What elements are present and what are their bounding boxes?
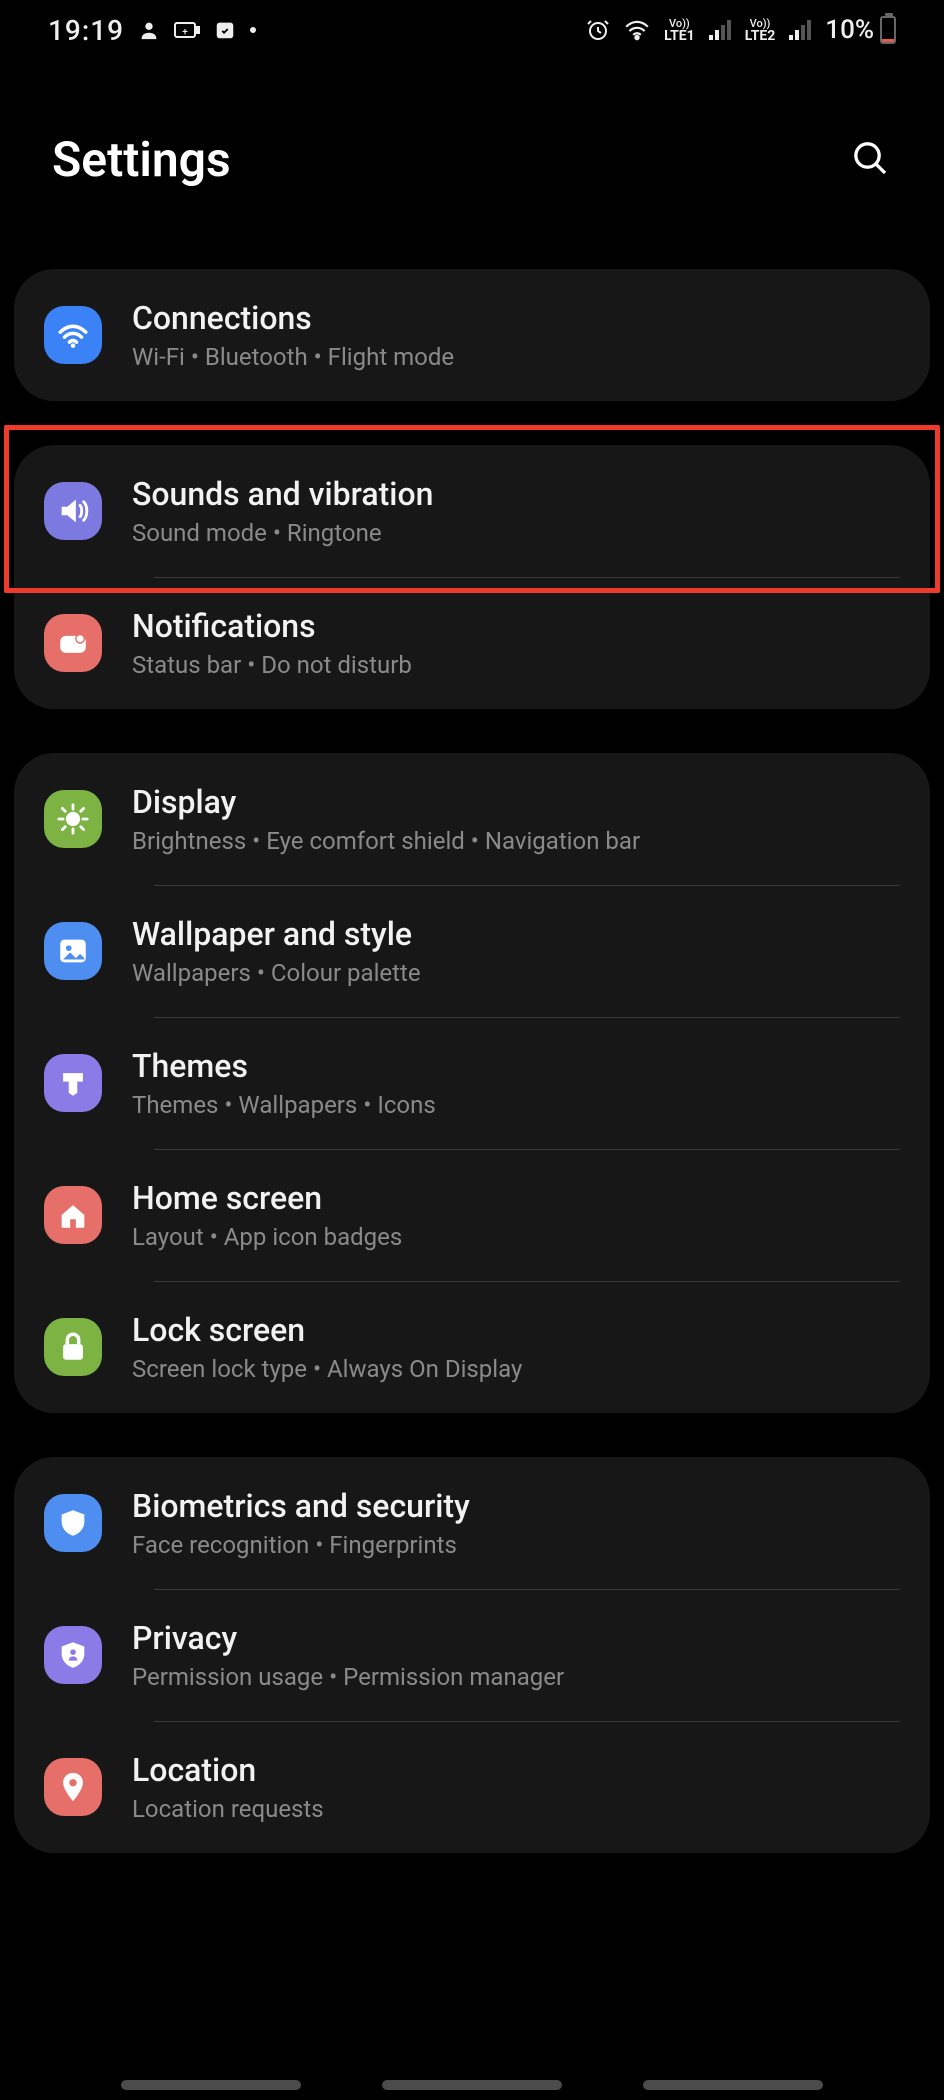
status-left: 19:19 + <box>48 14 256 47</box>
nav-recents[interactable] <box>121 2080 301 2090</box>
battery-indicator: 10% <box>825 15 896 45</box>
signal1-icon <box>709 20 731 40</box>
settings-item-subtitle: Status bar • Do not disturb <box>132 651 412 679</box>
nav-home[interactable] <box>382 2080 562 2090</box>
settings-item-labels: Notifications Status bar • Do not disturb <box>132 607 412 679</box>
settings-header: Settings <box>0 60 944 269</box>
settings-item-labels: Themes Themes • Wallpapers • Icons <box>132 1047 436 1119</box>
settings-item-subtitle: Face recognition • Fingerprints <box>132 1531 470 1559</box>
status-clock: 19:19 <box>48 14 124 47</box>
navigation-bar <box>0 2080 944 2090</box>
settings-item-subtitle: Layout • App icon badges <box>132 1223 402 1251</box>
home-icon <box>44 1186 102 1244</box>
svg-text:+: + <box>182 27 188 38</box>
settings-group: Display Brightness • Eye comfort shield •… <box>14 753 930 1413</box>
battery-saver-icon: + <box>174 20 200 40</box>
settings-item-labels: Home screen Layout • App icon badges <box>132 1179 402 1251</box>
lock-icon <box>44 1318 102 1376</box>
settings-item-home-screen[interactable]: Home screen Layout • App icon badges <box>14 1149 930 1281</box>
settings-item-biometrics-and-security[interactable]: Biometrics and security Face recognition … <box>14 1457 930 1589</box>
dot-icon <box>250 27 256 33</box>
wifi-icon <box>44 306 102 364</box>
settings-item-labels: Lock screen Screen lock type • Always On … <box>132 1311 522 1383</box>
bell-icon <box>44 614 102 672</box>
settings-item-privacy[interactable]: Privacy Permission usage • Permission man… <box>14 1589 930 1721</box>
settings-item-labels: Connections Wi-Fi • Bluetooth • Flight mo… <box>132 299 454 371</box>
calendar-icon <box>214 19 236 41</box>
settings-item-wallpaper-and-style[interactable]: Wallpaper and style Wallpapers • Colour p… <box>14 885 930 1017</box>
search-button[interactable] <box>842 130 898 189</box>
settings-item-subtitle: Location requests <box>132 1795 324 1823</box>
settings-item-subtitle: Brightness • Eye comfort shield • Naviga… <box>132 827 640 855</box>
settings-item-labels: Privacy Permission usage • Permission man… <box>132 1619 564 1691</box>
settings-group: Sounds and vibration Sound mode • Rington… <box>14 445 930 709</box>
shield-icon <box>44 1494 102 1552</box>
settings-item-subtitle: Wallpapers • Colour palette <box>132 959 421 987</box>
nav-back[interactable] <box>643 2080 823 2090</box>
settings-item-subtitle: Permission usage • Permission manager <box>132 1663 564 1691</box>
settings-item-location[interactable]: Location Location requests <box>14 1721 930 1853</box>
alarm-icon <box>586 18 610 42</box>
settings-item-subtitle: Screen lock type • Always On Display <box>132 1355 522 1383</box>
settings-item-connections[interactable]: Connections Wi-Fi • Bluetooth • Flight mo… <box>14 269 930 401</box>
settings-item-notifications[interactable]: Notifications Status bar • Do not disturb <box>14 577 930 709</box>
signal2-icon <box>789 20 811 40</box>
settings-item-title: Privacy <box>132 1619 564 1657</box>
settings-item-display[interactable]: Display Brightness • Eye comfort shield •… <box>14 753 930 885</box>
settings-list: Connections Wi-Fi • Bluetooth • Flight mo… <box>0 269 944 1893</box>
settings-item-title: Lock screen <box>132 1311 522 1349</box>
person-icon <box>138 19 160 41</box>
speaker-icon <box>44 482 102 540</box>
settings-item-subtitle: Themes • Wallpapers • Icons <box>132 1091 436 1119</box>
brush-icon <box>44 1054 102 1112</box>
settings-item-title: Wallpaper and style <box>132 915 421 953</box>
settings-item-title: Location <box>132 1751 324 1789</box>
status-bar: 19:19 + Vo)) LTE1 Vo)) LTE2 10% <box>0 0 944 60</box>
page-title: Settings <box>52 131 231 188</box>
settings-item-labels: Display Brightness • Eye comfort shield •… <box>132 783 640 855</box>
sim2-label: Vo)) LTE2 <box>745 18 776 43</box>
privacy-icon <box>44 1626 102 1684</box>
settings-item-title: Connections <box>132 299 454 337</box>
settings-item-title: Sounds and vibration <box>132 475 433 513</box>
status-right: Vo)) LTE1 Vo)) LTE2 10% <box>586 15 896 45</box>
image-icon <box>44 922 102 980</box>
settings-item-labels: Wallpaper and style Wallpapers • Colour p… <box>132 915 421 987</box>
sim1-label: Vo)) LTE1 <box>664 18 695 43</box>
settings-group: Biometrics and security Face recognition … <box>14 1457 930 1853</box>
settings-item-title: Display <box>132 783 640 821</box>
search-icon <box>850 166 890 181</box>
settings-item-labels: Sounds and vibration Sound mode • Rington… <box>132 475 433 547</box>
settings-item-title: Home screen <box>132 1179 402 1217</box>
settings-item-subtitle: Sound mode • Ringtone <box>132 519 433 547</box>
pin-icon <box>44 1758 102 1816</box>
settings-group: Connections Wi-Fi • Bluetooth • Flight mo… <box>14 269 930 401</box>
settings-item-subtitle: Wi-Fi • Bluetooth • Flight mode <box>132 343 454 371</box>
settings-item-title: Themes <box>132 1047 436 1085</box>
settings-item-lock-screen[interactable]: Lock screen Screen lock type • Always On … <box>14 1281 930 1413</box>
settings-item-labels: Location Location requests <box>132 1751 324 1823</box>
sun-icon <box>44 790 102 848</box>
settings-item-title: Biometrics and security <box>132 1487 470 1525</box>
wifi-status-icon <box>624 19 650 41</box>
settings-item-themes[interactable]: Themes Themes • Wallpapers • Icons <box>14 1017 930 1149</box>
settings-item-labels: Biometrics and security Face recognition … <box>132 1487 470 1559</box>
settings-item-sounds-and-vibration[interactable]: Sounds and vibration Sound mode • Rington… <box>14 445 930 577</box>
settings-item-title: Notifications <box>132 607 412 645</box>
